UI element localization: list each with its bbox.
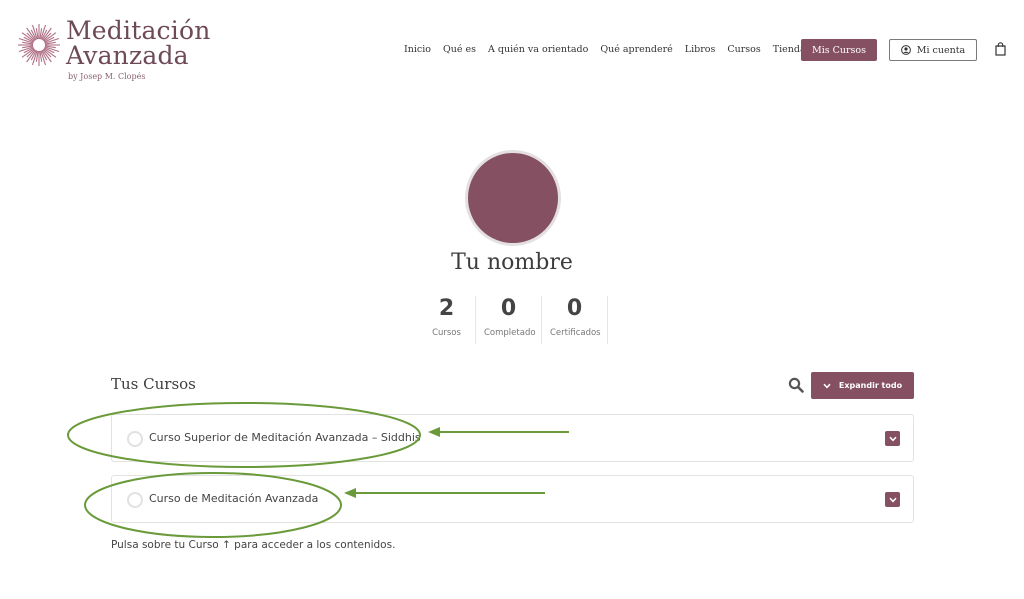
user-circle-icon: [900, 45, 911, 55]
logo-title-line2: Avanzada: [66, 41, 189, 70]
expand-all-button[interactable]: Expandir todo: [811, 372, 914, 399]
logo-title-line1: Meditación: [66, 16, 211, 45]
stat-cursos: 2 Cursos: [418, 296, 476, 344]
course-status-radio: [127, 492, 143, 508]
shopping-bag-icon[interactable]: [995, 42, 1006, 56]
course-title[interactable]: Curso de Meditación Avanzada: [149, 492, 318, 505]
nav-link-inicio[interactable]: Inicio: [404, 39, 431, 61]
course-status-radio: [127, 431, 143, 447]
logo-title: Meditación Avanzada: [66, 18, 211, 68]
chevron-down-icon: [888, 436, 897, 441]
expand-all-label: Expandir todo: [838, 381, 903, 390]
courses-heading: Tus Cursos: [111, 375, 196, 393]
course-expand-toggle[interactable]: [885, 492, 900, 507]
stat-certificados: 0 Certificados: [542, 296, 608, 344]
logo-byline: by Josep M. Clopés: [68, 72, 146, 81]
nav-link-que-aprendere[interactable]: Qué aprenderé: [600, 39, 672, 61]
stat-value: 0: [566, 296, 583, 321]
mi-cuenta-button[interactable]: Mi cuenta: [889, 39, 977, 61]
stat-label: Completado: [484, 328, 536, 338]
sunburst-logo-icon: [18, 24, 60, 66]
course-title[interactable]: Curso Superior de Meditación Avanzada – …: [149, 431, 421, 444]
nav-link-a-quien[interactable]: A quién va orientado: [488, 39, 588, 61]
main-nav: Inicio Qué es A quién va orientado Qué a…: [404, 39, 818, 61]
mi-cuenta-label: Mi cuenta: [916, 44, 966, 56]
mis-cursos-button[interactable]: Mis Cursos: [801, 39, 877, 61]
courses-help-text: Pulsa sobre tu Curso ↑ para acceder a lo…: [111, 539, 396, 551]
nav-link-que-es[interactable]: Qué es: [443, 39, 476, 61]
avatar: [465, 150, 561, 246]
stat-value: 2: [438, 296, 455, 321]
site-logo[interactable]: Meditación Avanzada by Josep M. Clopés: [16, 18, 226, 84]
stat-value: 0: [500, 296, 517, 321]
profile-name: Tu nombre: [451, 250, 573, 275]
chevron-down-icon: [888, 497, 897, 502]
course-row-meditacion-avanzada[interactable]: Curso de Meditación Avanzada: [111, 475, 914, 523]
course-expand-toggle[interactable]: [885, 431, 900, 446]
search-icon[interactable]: [788, 377, 804, 393]
course-row-siddhis[interactable]: Curso Superior de Meditación Avanzada – …: [111, 414, 914, 462]
profile-stats: 2 Cursos 0 Completado 0 Certificados: [418, 296, 608, 344]
stat-completado: 0 Completado: [476, 296, 542, 344]
stat-label: Certificados: [550, 328, 601, 338]
nav-link-cursos[interactable]: Cursos: [727, 39, 760, 61]
stat-label: Cursos: [432, 328, 461, 338]
chevron-down-icon: [823, 383, 831, 388]
nav-link-libros[interactable]: Libros: [685, 39, 716, 61]
